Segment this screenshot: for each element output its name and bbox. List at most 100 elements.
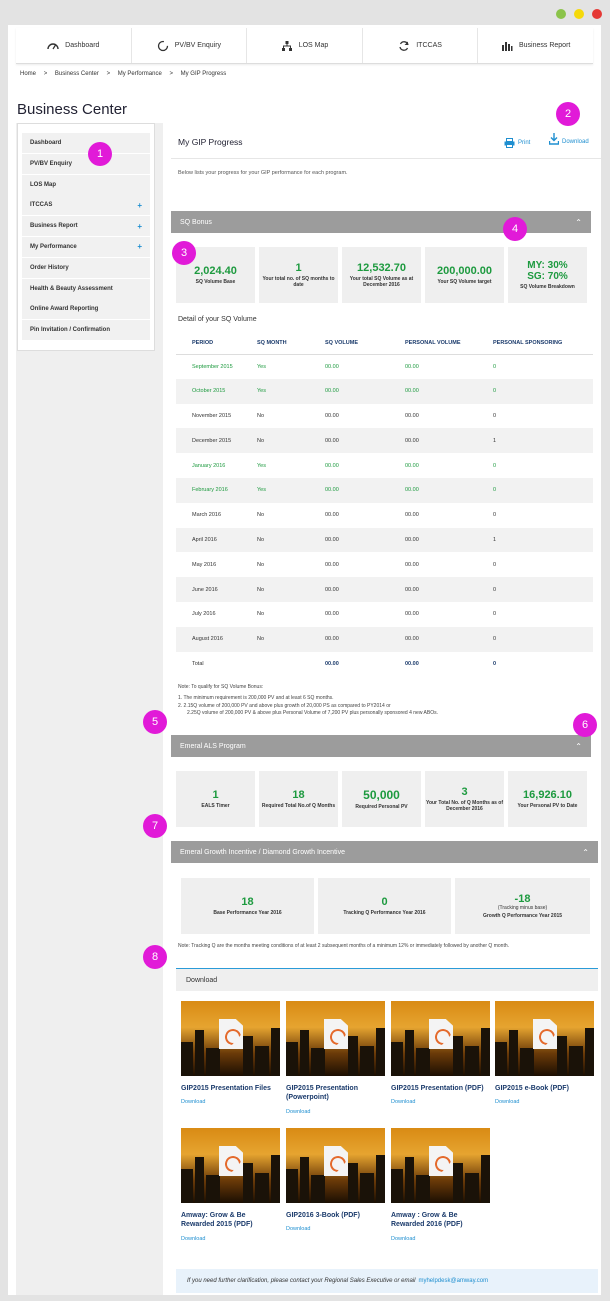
growth-incentive-bar[interactable]: Emeral Growth Incentive / Diamond Growth…	[171, 841, 598, 863]
crumb-my-performance[interactable]: My Performance	[118, 71, 162, 77]
card-value: 0	[381, 895, 388, 908]
hierarchy-icon	[281, 40, 292, 51]
download-button[interactable]: Download	[549, 133, 589, 145]
browser-window: Dashboard PV/BV Enquiry LOS Map ITCCAS B…	[8, 25, 601, 1295]
download-link[interactable]: Download	[181, 1236, 280, 1242]
window-dot-green[interactable]	[556, 9, 566, 19]
table-cell: August 2016	[176, 626, 251, 652]
table-cell: January 2016	[192, 462, 226, 469]
annotation-badge: 6	[573, 713, 597, 737]
download-tile[interactable]: GIP2016 3-Book (PDF) Download	[286, 1128, 385, 1232]
nav-los-map[interactable]: LOS Map	[247, 28, 363, 63]
download-link[interactable]: Download	[286, 1109, 385, 1115]
expand-icon[interactable]: +	[137, 201, 142, 210]
table-cell	[251, 652, 319, 677]
table-row: October 2015 Yes 00.00 00.00 0	[176, 378, 593, 404]
download-link[interactable]: Download	[181, 1099, 280, 1105]
download-tile[interactable]: GIP2015 e-Book (PDF) Download	[495, 1001, 594, 1105]
table-row: December 2015 No 00.00 00.00 1	[176, 428, 593, 454]
sidebar-item-online-award[interactable]: Online Award Reporting	[22, 299, 150, 320]
card-value: MY: 30%	[527, 259, 568, 271]
download-tile[interactable]: GIP2015 Presentation (PDF) Download	[391, 1001, 490, 1105]
table-cell: No	[251, 428, 319, 454]
table-header: SQ VOLUME	[319, 333, 399, 355]
sidebar-item-dashboard[interactable]: Dashboard	[22, 133, 150, 153]
download-link[interactable]: Download	[391, 1236, 490, 1242]
chevron-up-icon[interactable]: ⌃	[575, 218, 582, 227]
card-value: 200,000.00	[436, 264, 493, 277]
table-cell: 1	[487, 428, 593, 454]
crumb-home[interactable]: Home	[20, 71, 36, 77]
page-title: Business Center	[17, 101, 155, 125]
nav-dashboard[interactable]: Dashboard	[16, 28, 132, 63]
chevron-up-icon[interactable]: ⌃	[575, 742, 582, 751]
circle-icon	[157, 40, 168, 51]
crumb-sep: >	[169, 71, 173, 77]
sidebar-item-health-beauty[interactable]: Health & Beauty Assessment	[22, 278, 150, 299]
table-cell: 00.00	[405, 512, 419, 519]
divider	[171, 158, 601, 159]
annotation-badge: 7	[143, 814, 167, 838]
annotation-badge: 5	[143, 710, 167, 734]
table-total-row: Total 00.00 00.00 0	[176, 652, 593, 677]
growth-card: 0 Tracking Q Performance Year 2016	[318, 878, 451, 934]
table-cell: 00.00	[325, 363, 339, 370]
download-link[interactable]: Download	[286, 1226, 385, 1232]
download-tile[interactable]: GIP2015 Presentation (Powerpoint) Downlo…	[286, 1001, 385, 1115]
growth-card: 18 Base Performance Year 2016	[181, 878, 314, 934]
pdf-thumbnail	[391, 1128, 490, 1203]
table-cell: No	[257, 512, 265, 519]
table-cell: 0	[493, 561, 497, 568]
sidebar-item-order-history[interactable]: Order History	[22, 257, 150, 278]
table-cell: 00.00	[319, 378, 399, 404]
expand-icon[interactable]: +	[137, 222, 142, 231]
sidebar-item-los-map[interactable]: LOS Map	[22, 174, 150, 195]
table-cell: No	[257, 412, 265, 419]
als-card: 50,000 Required Personal PV	[342, 771, 421, 827]
expand-icon[interactable]: +	[137, 242, 142, 251]
table-cell: Yes	[257, 462, 266, 469]
sidebar-item-business-report[interactable]: Business Report +	[22, 216, 150, 237]
window-dot-yellow[interactable]	[574, 9, 584, 19]
als-program-bar[interactable]: Emeral ALS Program ⌃	[171, 735, 591, 757]
download-link[interactable]: Download	[391, 1099, 490, 1105]
table-cell: 0	[487, 626, 593, 652]
card-label: Base Performance Year 2016	[213, 909, 282, 916]
download-link[interactable]: Download	[495, 1099, 594, 1105]
download-tile[interactable]: Amway: Grow & Be Rewarded 2015 (PDF) Dow…	[181, 1128, 280, 1242]
window-dot-red[interactable]	[592, 9, 602, 19]
sidebar-item-pin-invitation[interactable]: Pin Invitation / Confirmation	[22, 320, 150, 341]
crumb-sep: >	[106, 71, 111, 77]
download-tile[interactable]: GIP2015 Presentation Files Download	[181, 1001, 280, 1105]
download-tile[interactable]: Amway : Grow & Be Rewarded 2016 (PDF) Do…	[391, 1128, 490, 1242]
chevron-up-icon[interactable]: ⌃	[582, 848, 589, 857]
sidebar-item-pvbv-enquiry[interactable]: PV/BV Enquiry	[22, 153, 150, 174]
bar-chart-icon	[501, 41, 513, 51]
help-email-link[interactable]: myhelpdesk@amway.com	[418, 1278, 488, 1284]
note-line: Note: To qualify for SQ Volume Bonus:	[178, 684, 264, 690]
crumb-business-center[interactable]: Business Center	[55, 71, 99, 77]
download-title: Amway : Grow & Be Rewarded 2016 (PDF)	[391, 1212, 463, 1229]
table-header: PERSONAL SPONSORING	[487, 333, 593, 355]
table-cell: 00.00	[325, 561, 339, 568]
growth-note: Note: Tracking Q are the months meeting …	[178, 943, 510, 949]
pdf-file-icon	[429, 1019, 453, 1049]
sidebar-item-itccas[interactable]: ITCCAS +	[22, 195, 150, 216]
table-row: January 2016 Yes 00.00 00.00 0	[176, 453, 593, 478]
sidebar-item-label: Health & Beauty Assessment	[30, 285, 113, 292]
download-title: GIP2015 e-Book (PDF)	[495, 1085, 569, 1092]
table-cell: Total	[192, 660, 204, 667]
print-button[interactable]: Print	[504, 138, 530, 148]
refresh-icon	[399, 40, 409, 51]
als-program-title: Emeral ALS Program	[180, 742, 246, 750]
sq-bonus-bar[interactable]: SQ Bonus ⌃	[171, 211, 591, 233]
table-row: September 2015 Yes 00.00 00.00 0	[176, 354, 593, 379]
nav-pvbv-enquiry[interactable]: PV/BV Enquiry	[132, 28, 248, 63]
nav-itccas[interactable]: ITCCAS	[363, 28, 479, 63]
table-cell: 00.00	[319, 428, 399, 454]
card-value: 1	[212, 788, 219, 801]
table-cell: 00.00	[399, 428, 487, 454]
sidebar-item-my-performance[interactable]: My Performance +	[22, 236, 150, 257]
nav-business-report[interactable]: Business Report	[478, 28, 593, 63]
sq-volume-table: PERIOD SQ MONTH SQ VOLUME PERSONAL VOLUM…	[176, 333, 593, 676]
